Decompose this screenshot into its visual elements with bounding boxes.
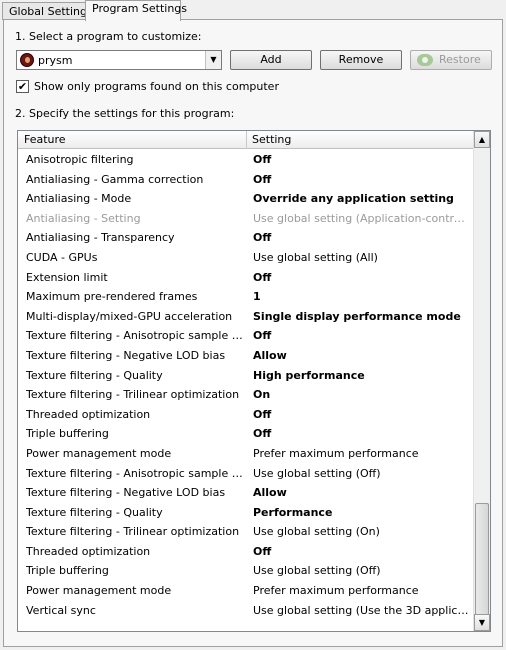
feature-cell: Triple buffering [26, 564, 109, 578]
show-only-label: Show only programs found on this compute… [34, 80, 279, 93]
setting-cell[interactable]: Use global setting (Off) [253, 564, 471, 577]
table-row[interactable]: Multi-display/mixed-GPU acceleration Sing… [18, 307, 474, 327]
setting-cell[interactable]: Off [253, 153, 471, 166]
table-row[interactable]: Texture filtering - Negative LOD bias All… [18, 483, 474, 503]
setting-cell[interactable]: Off [253, 271, 471, 284]
setting-cell[interactable]: Use global setting (All) [253, 251, 471, 264]
feature-cell: Texture filtering - Negative LOD bias [26, 486, 226, 500]
restore-button-label: Restore [439, 53, 481, 66]
table-row[interactable]: Antialiasing - Setting Use global setting… [18, 209, 474, 229]
setting-cell[interactable]: Prefer maximum performance [253, 447, 471, 460]
setting-cell[interactable]: Override any application setting [253, 192, 471, 205]
feature-cell: Vertical sync [26, 603, 96, 617]
specify-settings-label: 2. Specify the settings for this program… [15, 107, 235, 120]
setting-cell[interactable]: Off [253, 231, 471, 244]
table-row[interactable]: Power management mode Prefer maximum perf… [18, 444, 474, 464]
setting-cell[interactable]: Off [253, 329, 471, 342]
feature-cell: Antialiasing - Gamma correction [26, 172, 204, 186]
select-program-label: 1. Select a program to customize: [15, 30, 202, 43]
feature-cell: Maximum pre-rendered frames [26, 290, 198, 304]
table-row[interactable]: Threaded optimization Off [18, 542, 474, 562]
table-row[interactable]: Texture filtering - Quality High performa… [18, 366, 474, 386]
settings-rows: Anisotropic filtering Off Antialiasing - G… [18, 150, 474, 620]
setting-cell[interactable]: Use global setting (Use the 3D applicati… [253, 604, 471, 617]
triangle-up-icon[interactable]: ▲ [474, 131, 490, 148]
tab-strip: Global Settings Program Settings [0, 0, 506, 21]
table-row[interactable]: Anisotropic filtering Off [18, 150, 474, 170]
feature-cell: Texture filtering - Trilinear optimizati… [26, 388, 240, 402]
feature-cell: Texture filtering - Anisotropic sample o… [26, 329, 248, 343]
show-only-checkbox[interactable]: ✔ [16, 80, 29, 93]
program-select[interactable]: prysm ▼ [16, 50, 222, 70]
add-button[interactable]: Add [230, 50, 312, 70]
feature-cell: Texture filtering - Quality [26, 368, 163, 382]
feature-cell: Texture filtering - Negative LOD bias [26, 348, 226, 362]
setting-cell[interactable]: Off [253, 408, 471, 421]
setting-cell[interactable]: Allow [253, 349, 471, 362]
table-row[interactable]: Vertical sync Use global setting (Use the… [18, 601, 474, 621]
feature-cell: Extension limit [26, 270, 108, 284]
setting-column-header[interactable]: Setting [252, 133, 291, 146]
program-select-value: prysm [38, 54, 73, 67]
triangle-down-icon[interactable]: ▼ [474, 614, 490, 631]
table-row[interactable]: Maximum pre-rendered frames 1 [18, 287, 474, 307]
table-row[interactable]: Antialiasing - Gamma correction Off [18, 170, 474, 190]
feature-cell: Threaded optimization [26, 544, 151, 558]
restore-button[interactable]: Restore [410, 50, 492, 70]
tab-program-settings[interactable]: Program Settings [85, 0, 187, 21]
remove-button[interactable]: Remove [320, 50, 402, 70]
nvidia-logo-icon [417, 54, 433, 66]
column-divider[interactable] [246, 131, 247, 149]
feature-cell: Texture filtering - Quality [26, 505, 163, 519]
table-row[interactable]: Texture filtering - Anisotropic sample o… [18, 326, 474, 346]
feature-cell: Power management mode [26, 446, 172, 460]
setting-cell[interactable]: Off [253, 545, 471, 558]
table-row[interactable]: Power management mode Prefer maximum perf… [18, 581, 474, 601]
setting-cell[interactable]: 1 [253, 290, 471, 303]
prysm-app-icon [20, 53, 34, 67]
setting-cell[interactable]: Off [253, 427, 471, 440]
setting-cell[interactable]: Use global setting (On) [253, 525, 471, 538]
setting-cell[interactable]: Allow [253, 486, 471, 499]
table-row[interactable]: Texture filtering - Negative LOD bias All… [18, 346, 474, 366]
setting-cell[interactable]: On [253, 388, 471, 401]
table-row[interactable]: Antialiasing - Transparency Off [18, 228, 474, 248]
feature-cell: Threaded optimization [26, 407, 151, 421]
list-header: Feature Setting [18, 131, 474, 149]
program-settings-panel: 1. Select a program to customize: prysm … [3, 19, 503, 647]
feature-cell: Antialiasing - Mode [26, 192, 132, 206]
setting-cell[interactable]: Single display performance mode [253, 310, 471, 323]
feature-cell: Triple buffering [26, 427, 109, 441]
feature-cell: Antialiasing - Setting [26, 211, 141, 225]
table-row[interactable]: Texture filtering - Trilinear optimizati… [18, 385, 474, 405]
setting-cell[interactable]: Use global setting (Off) [253, 467, 471, 480]
feature-cell: CUDA - GPUs [26, 250, 98, 264]
table-row[interactable]: Texture filtering - Quality Performance [18, 503, 474, 523]
table-row[interactable]: Triple buffering Off [18, 424, 474, 444]
scroll-thumb[interactable] [475, 503, 489, 615]
feature-cell: Texture filtering - Anisotropic sample o… [26, 466, 248, 480]
feature-cell: Power management mode [26, 584, 172, 598]
vertical-scrollbar[interactable]: ▲ ▼ [473, 131, 490, 631]
table-row[interactable]: Extension limit Off [18, 268, 474, 288]
feature-cell: Multi-display/mixed-GPU acceleration [26, 309, 233, 323]
table-row[interactable]: Triple buffering Use global setting (Off) [18, 561, 474, 581]
table-row[interactable]: Antialiasing - Mode Override any applicat… [18, 189, 474, 209]
setting-cell[interactable]: Prefer maximum performance [253, 584, 471, 597]
table-row[interactable]: Texture filtering - Trilinear optimizati… [18, 522, 474, 542]
setting-cell[interactable]: Use global setting (Application-controll… [253, 212, 471, 225]
settings-list[interactable]: Feature Setting Anisotropic filtering Off… [17, 130, 491, 632]
feature-cell: Texture filtering - Trilinear optimizati… [26, 525, 240, 539]
table-row[interactable]: Texture filtering - Anisotropic sample o… [18, 464, 474, 484]
feature-cell: Anisotropic filtering [26, 153, 134, 166]
feature-column-header[interactable]: Feature [24, 133, 66, 146]
tab-global-settings[interactable]: Global Settings [2, 2, 93, 20]
table-row[interactable]: CUDA - GPUs Use global setting (All) [18, 248, 474, 268]
feature-cell: Antialiasing - Transparency [26, 231, 175, 245]
setting-cell[interactable]: Performance [253, 506, 471, 519]
setting-cell[interactable]: High performance [253, 369, 471, 382]
chevron-down-icon[interactable]: ▼ [205, 51, 221, 69]
setting-cell[interactable]: Off [253, 173, 471, 186]
table-row[interactable]: Threaded optimization Off [18, 405, 474, 425]
